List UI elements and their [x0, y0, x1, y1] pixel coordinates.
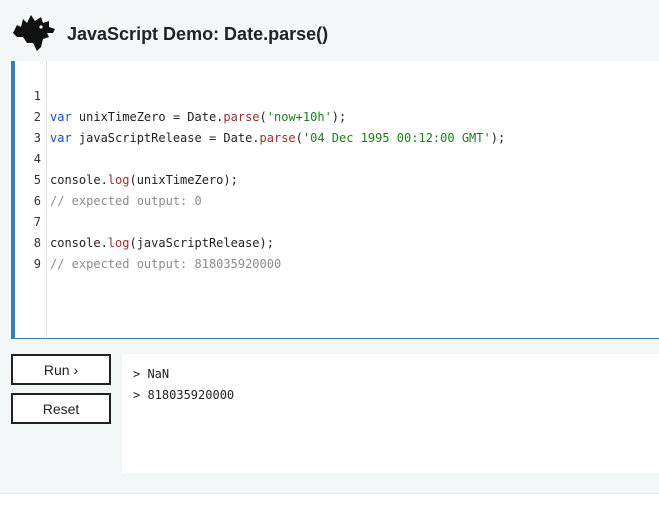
output-line: > 818035920000	[133, 388, 235, 402]
code-line: 1 var unixTimeZero = Date.parse('now+10h…	[15, 65, 655, 124]
code-line: 7 console.log(javaScriptRelease);	[15, 191, 655, 250]
console-output: > NaN > 818035920000	[122, 354, 659, 473]
header: JavaScript Demo: Date.parse()	[0, 0, 659, 60]
page-title: JavaScript Demo: Date.parse()	[67, 24, 329, 44]
run-button[interactable]: Run ›	[11, 354, 111, 385]
code-editor[interactable]: 1 var unixTimeZero = Date.parse('now+10h…	[11, 61, 659, 339]
demo-frame: JavaScript Demo: Date.parse() 1 var unix…	[0, 0, 659, 494]
dinosaur-head-icon	[13, 15, 55, 51]
code-line: 6	[15, 170, 655, 208]
code-line: 2 var javaScriptRelease = Date.parse('04…	[15, 86, 655, 145]
reset-button[interactable]: Reset	[11, 393, 111, 424]
code-line: 4 console.log(unixTimeZero);	[15, 128, 655, 187]
code-line: 5 // expected output: 0	[15, 149, 655, 208]
code-line: 3	[15, 107, 655, 145]
code-line: 9	[15, 233, 655, 271]
output-line: > NaN	[133, 367, 170, 381]
line-number: 9	[33, 257, 41, 271]
comment-token: // expected output: 818035920000	[50, 257, 282, 271]
code-line: 8 // expected output: 818035920000	[15, 212, 655, 271]
